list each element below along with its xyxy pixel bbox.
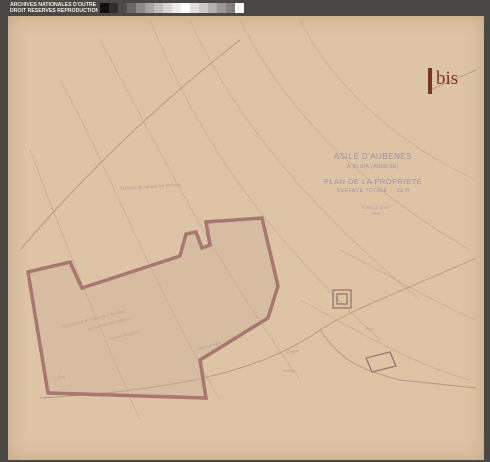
title-line3: PLAN DE LA PROPRIETE [323, 177, 423, 186]
title-line2: A BLIDA (ANNEXE) [347, 164, 399, 170]
map-drawing: Terrains de culture sur terrasse Autoris… [19, 19, 477, 421]
sheet-mark: bis [436, 68, 459, 89]
title-line1: ASILE D'AUBENES [334, 152, 412, 161]
property-boundary [26, 216, 280, 400]
label-well: Puits [366, 326, 375, 331]
buildings [332, 289, 397, 373]
scale-block: ECHELLE 1/2500 1934 ... [336, 206, 416, 223]
label-orchard: Vergers [285, 348, 299, 355]
sheet-mark-bar [428, 68, 432, 94]
scale-line3: ... [374, 217, 378, 221]
label-gardens: Jardins [282, 368, 295, 373]
label-bottom-left: Bois [58, 374, 66, 379]
scan-frame: ARCHIVES NATIONALES D'OUTRE MER DROIT RE… [0, 0, 490, 462]
title-line4: SURFACE TOTALE ... 29 H [336, 188, 410, 194]
label-upper-terrain: Terrains de culture sur terrasse [120, 183, 182, 192]
map-title-block: ASILE D'AUBENES A BLIDA (ANNEXE) PLAN DE… [310, 152, 436, 194]
